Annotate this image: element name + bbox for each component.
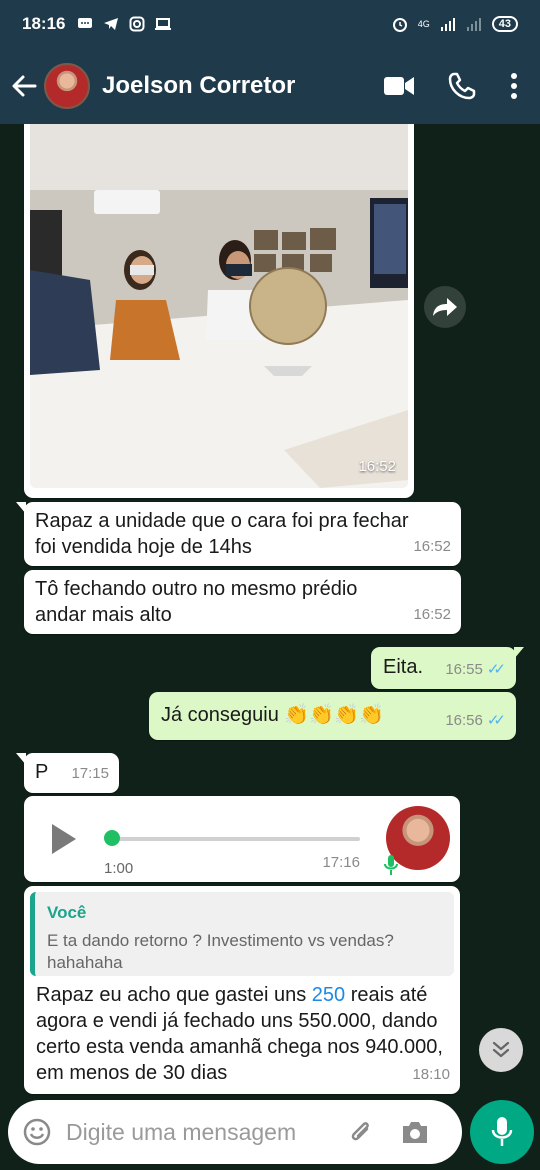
message-time: 16:52 bbox=[358, 458, 396, 475]
message-time: 17:15 bbox=[71, 765, 109, 782]
arrow-left-icon bbox=[12, 75, 37, 97]
outgoing-message[interactable]: Já conseguiu 👏👏👏👏 16:56 ✓✓ bbox=[149, 692, 516, 740]
message-line: Tô fechando outro no mesmo prédio bbox=[35, 578, 358, 600]
battery-indicator: 43 bbox=[491, 16, 518, 32]
quoted-message[interactable]: Você E ta dando retorno ? Investimento v… bbox=[30, 892, 454, 976]
quote-text: E ta dando retorno ? Investimento vs ven… bbox=[47, 931, 394, 972]
message-line: foi vendida hoje de 14hs bbox=[35, 536, 252, 558]
forward-button[interactable] bbox=[424, 286, 466, 328]
instagram-icon bbox=[129, 16, 145, 32]
more-options-icon[interactable] bbox=[510, 72, 518, 100]
contact-avatar[interactable] bbox=[44, 63, 90, 109]
image-message[interactable]: 16:52 bbox=[24, 124, 414, 498]
alarm-icon bbox=[392, 18, 407, 32]
network-type: 4G bbox=[417, 18, 430, 29]
audio-progress-track[interactable] bbox=[110, 837, 360, 841]
status-bar: 18:16 4G 43 bbox=[0, 0, 540, 48]
signal-weak-icon bbox=[466, 18, 481, 31]
chat-messages[interactable]: 16:52 Rapaz a unidade que o cara foi pra… bbox=[0, 124, 540, 1100]
message-time: 16:52 bbox=[413, 538, 451, 555]
video-call-icon[interactable] bbox=[384, 75, 414, 97]
contact-name[interactable]: Joelson Corretor bbox=[102, 72, 384, 100]
message-time: 16:55 bbox=[445, 661, 483, 678]
reply-message[interactable]: Você E ta dando retorno ? Investimento v… bbox=[24, 886, 460, 1094]
scroll-to-bottom-button[interactable] bbox=[479, 1028, 523, 1072]
message-text: Rapaz eu acho que gastei uns 250 reais a… bbox=[30, 976, 454, 1086]
message-composer bbox=[0, 1100, 540, 1170]
laptop-icon bbox=[155, 18, 172, 30]
message-time: 18:10 bbox=[412, 1066, 450, 1083]
message-icon bbox=[78, 18, 93, 28]
forward-icon bbox=[433, 298, 457, 316]
message-input[interactable] bbox=[66, 1118, 336, 1146]
message-time: 16:52 bbox=[413, 606, 451, 623]
message-line: andar mais alto bbox=[35, 604, 172, 626]
message-text-part: Rapaz eu acho que gastei uns bbox=[36, 984, 312, 1006]
message-time: 16:56 bbox=[445, 712, 483, 729]
audio-progress-handle[interactable] bbox=[104, 830, 120, 846]
double-check-read-icon: ✓✓ bbox=[486, 712, 506, 729]
incoming-message[interactable]: Rapaz a unidade que o cara foi pra fecha… bbox=[16, 502, 461, 566]
double-check-read-icon: ✓✓ bbox=[486, 661, 506, 678]
back-button[interactable] bbox=[4, 66, 44, 106]
chat-header: Joelson Corretor bbox=[0, 48, 540, 124]
microphone-icon bbox=[384, 855, 398, 875]
incoming-message[interactable]: P 17:15 bbox=[16, 753, 119, 793]
incoming-message[interactable]: Tô fechando outro no mesmo prédio andar … bbox=[24, 570, 461, 634]
shared-photo[interactable]: 16:52 bbox=[30, 124, 408, 488]
attachment-icon[interactable] bbox=[346, 1117, 376, 1147]
camera-icon[interactable] bbox=[400, 1118, 430, 1146]
emoji-icon[interactable] bbox=[22, 1117, 52, 1147]
voice-message[interactable]: 1:00 17:16 bbox=[24, 796, 460, 882]
clock: 18:16 bbox=[22, 14, 66, 33]
signal-icon bbox=[440, 18, 455, 31]
outgoing-message[interactable]: Eita. 16:55 ✓✓ bbox=[371, 647, 524, 689]
voice-record-button[interactable] bbox=[470, 1100, 534, 1164]
quote-author: Você bbox=[47, 903, 87, 922]
number-link[interactable]: 250 bbox=[312, 984, 345, 1006]
telegram-icon bbox=[104, 18, 119, 30]
message-time: 17:16 bbox=[322, 854, 360, 871]
play-button[interactable] bbox=[52, 824, 76, 854]
message-input-container[interactable] bbox=[8, 1100, 462, 1164]
microphone-icon bbox=[491, 1117, 513, 1146]
message-line: Rapaz a unidade que o cara foi pra fecha… bbox=[35, 510, 409, 532]
photo-content bbox=[30, 124, 408, 488]
double-chevron-down-icon bbox=[492, 1041, 510, 1058]
audio-duration: 1:00 bbox=[104, 860, 134, 877]
phone-icon[interactable] bbox=[448, 72, 476, 100]
